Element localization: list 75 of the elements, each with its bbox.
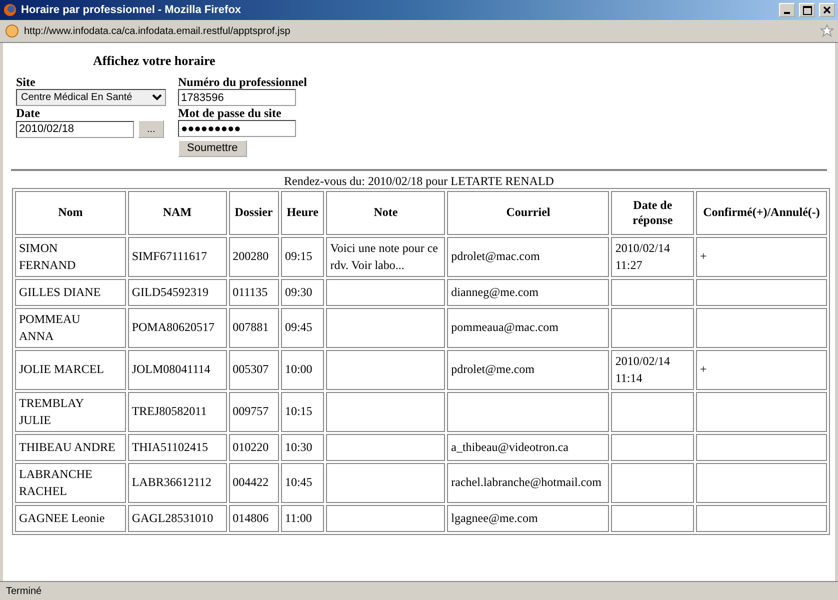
table-cell: 09:30 [284,284,312,300]
form-heading: Affichez votre horaire [92,53,216,69]
date-picker-button[interactable]: ... [138,120,164,138]
table-cell: GILLES DIANE [19,284,101,300]
table-cell: POMA80620517 [132,319,215,336]
field-label: Numéro du professionnel [178,75,308,89]
table-cell: GAGNEE Leonie [19,510,105,526]
table-cell: pommeaua@mac.com [451,319,558,336]
table-cell: THIBEAU ANDRE [19,438,116,456]
table-cell: 007881 [232,319,269,336]
maximize-icon [802,6,812,14]
column-header: Heure [280,190,324,234]
column-header: NAM [128,190,227,234]
field-label: Mot de passe du site [178,106,282,120]
table-cell: THIA51102415 [132,438,208,456]
table-cell-text: LABRANCHE RACHEL [19,466,94,500]
window-title: Horaire par professionnel - Mozilla Firefox [21,4,242,16]
column-header: Courriel [447,190,610,234]
table-cell: rachel.labranche@hotmail.com [451,474,602,491]
table-cell: GILD54592319 [132,284,208,300]
table-cell-text: SIMON FERNAND [19,240,77,274]
table-cell: GAGL28531010 [132,510,214,526]
date-field[interactable]: 2010/02/18 [16,120,134,138]
table-cell: 10:15 [284,403,312,420]
column-header: Date de réponse [611,190,694,234]
table-caption: Rendez-vous du: 2010/02/18 pour LETARTE RENALD [283,174,555,188]
maximize-button[interactable] [799,3,815,17]
table-cell: 09:45 [284,319,312,336]
browser-icon [3,3,17,17]
table-cell-text: 2010/02/14 11:27 [615,240,672,274]
column-header: Confirmé(+)/Annulé(-) [696,190,827,234]
table-cell: JOLM08041114 [132,361,210,378]
close-button[interactable] [819,3,835,17]
page-icon [4,23,20,39]
password-field[interactable]: ●●●●●●●●● [178,120,296,137]
table-cell: LABR36612112 [132,474,212,491]
table-cell: 10:30 [284,438,312,456]
table-cell: 009757 [232,403,269,420]
table-cell-text: 2010/02/14 11:14 [615,352,672,386]
table-cell: JOLIE MARCEL [19,361,104,378]
table-cell: TREJ80582011 [132,403,207,420]
table-cell: + [700,248,707,265]
submit-button[interactable]: Soumettre [178,140,247,156]
table-cell: 011135 [232,284,268,300]
address-bar[interactable]: http://www.infodata.ca/ca.infodata.email.restful/apptsprof.jsp [24,26,816,36]
table-cell: 010220 [232,438,269,456]
column-header: Dossier [228,190,279,234]
table-cell: 004422 [232,474,269,491]
table-cell: 014806 [232,510,269,526]
site-select[interactable]: Centre Médical En Santé [16,89,166,106]
table-cell: 09:15 [284,248,312,265]
close-icon [823,6,831,14]
table-cell-text: Voici une note pour ce rdv. Voir labo... [330,240,439,274]
table-cell-text: TREMBLAY JULIE [19,394,85,428]
table-cell: 10:00 [284,361,312,378]
table-cell: 005307 [232,361,269,378]
table-cell: + [700,361,707,378]
table-cell: dianneg@me.com [451,284,538,300]
input-field[interactable]: 1783596 [178,89,296,106]
table-cell: 200280 [232,248,269,265]
field-label: Date [16,106,41,120]
field-label: Site [16,75,36,89]
column-header: Nom [15,190,126,234]
table-cell: lgagnee@me.com [451,510,538,526]
column-header: Note [326,190,446,234]
table-cell-text: POMMEAU ANNA [19,310,82,344]
table-cell: pdrolet@me.com [451,361,535,378]
table-cell: a_thibeau@videotron.ca [451,438,568,456]
table-cell: 10:45 [284,474,312,491]
star-icon[interactable] [820,24,834,38]
status-text: Terminé [6,586,42,596]
minimize-button[interactable] [779,3,795,17]
table-cell: pdrolet@mac.com [451,248,540,265]
table-cell: 11:00 [284,510,312,526]
table-cell: SIMF67111617 [132,248,207,265]
